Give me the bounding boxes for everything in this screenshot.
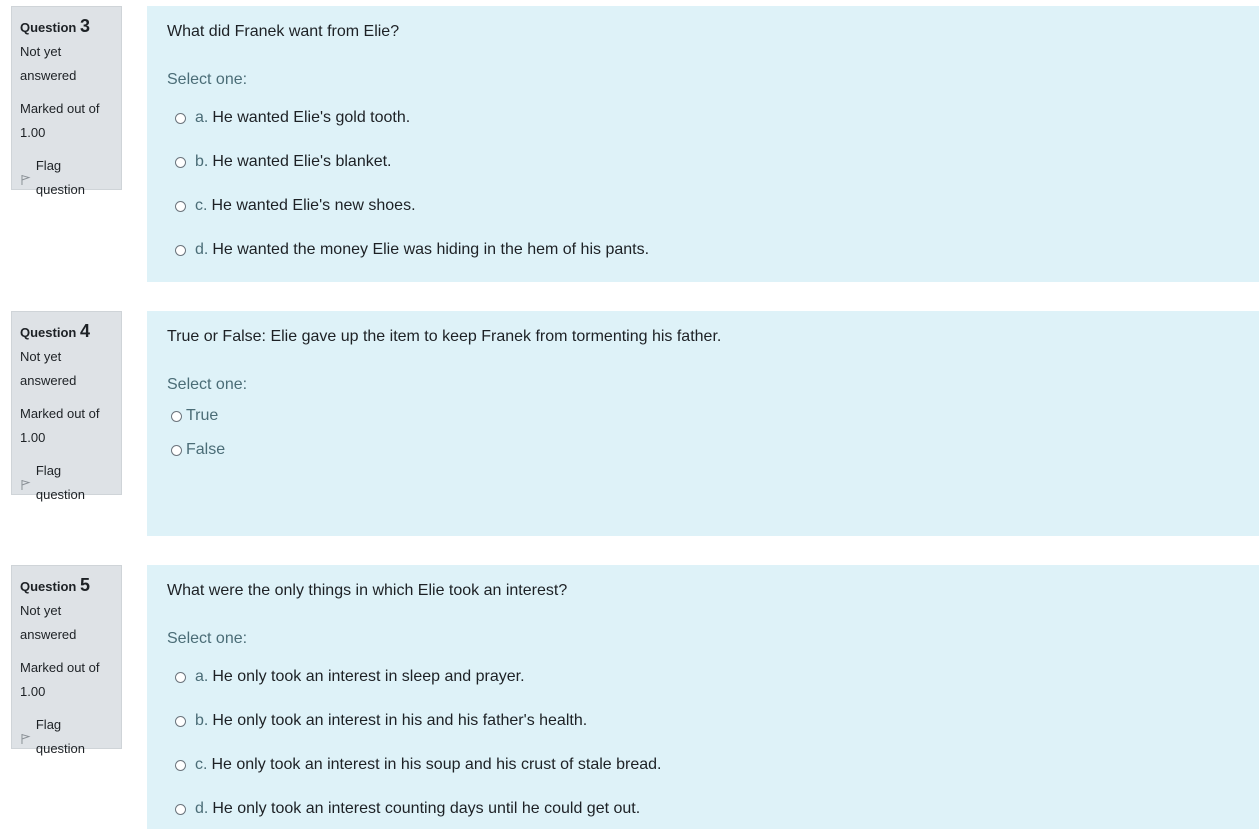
radio-button[interactable] bbox=[175, 803, 186, 815]
answer-text: He wanted Elie's blanket. bbox=[212, 153, 392, 170]
state-line: answered bbox=[20, 373, 77, 388]
answer-text: He wanted Elie's gold tooth. bbox=[212, 109, 411, 126]
radio-button[interactable] bbox=[175, 759, 186, 771]
flag-question-button[interactable]: Flag question bbox=[20, 154, 113, 202]
answer-letter: d. bbox=[195, 800, 209, 817]
question-state: Not yet answered bbox=[20, 599, 113, 647]
answer-option-true[interactable]: True bbox=[171, 399, 1239, 433]
question-state: Not yet answered bbox=[20, 345, 113, 393]
flag-label: Flag question bbox=[35, 158, 86, 197]
question-info: Question 5 Not yet answered Marked out o… bbox=[11, 565, 122, 756]
answer-option-d[interactable]: d. He wanted the money Elie was hiding i… bbox=[175, 228, 1239, 272]
answer-text: He only took an interest counting days u… bbox=[212, 800, 641, 817]
answer-letter: c. bbox=[195, 756, 208, 773]
answer-text: False bbox=[186, 441, 226, 458]
answer-letter: b. bbox=[195, 153, 209, 170]
answer-option-a[interactable]: a. He only took an interest in sleep and… bbox=[175, 655, 1239, 699]
answer-list: a. He only took an interest in sleep and… bbox=[167, 655, 1239, 831]
question-grade: Marked out of 1.00 bbox=[20, 402, 113, 450]
radio-button[interactable] bbox=[175, 671, 186, 683]
flag-icon bbox=[21, 480, 31, 490]
state-line: answered bbox=[20, 68, 77, 83]
question-text: What did Franek want from Elie? bbox=[167, 23, 400, 40]
question-number-line: Question 4 bbox=[20, 319, 113, 345]
flag-question-button[interactable]: Flag question bbox=[20, 713, 113, 761]
grade-line: Marked out of bbox=[20, 101, 100, 116]
radio-button[interactable] bbox=[175, 200, 186, 212]
question-content: True or False: Elie gave up the item to … bbox=[147, 311, 1259, 536]
answer-option-b[interactable]: b. He wanted Elie's blanket. bbox=[175, 140, 1239, 184]
grade-line: 1.00 bbox=[20, 684, 46, 699]
flag-icon bbox=[21, 734, 31, 744]
answer-option-c[interactable]: c. He wanted Elie's new shoes. bbox=[175, 184, 1239, 228]
radio-button[interactable] bbox=[175, 112, 186, 124]
answer-option-false[interactable]: False bbox=[171, 433, 1239, 467]
flag-label: Flag question bbox=[35, 717, 86, 756]
question-label: Question bbox=[20, 20, 77, 35]
question-number-line: Question 5 bbox=[20, 573, 113, 599]
radio-button[interactable] bbox=[171, 410, 182, 422]
answer-option-b[interactable]: b. He only took an interest in his and h… bbox=[175, 699, 1239, 743]
radio-button[interactable] bbox=[175, 715, 186, 727]
answer-text: He only took an interest in his and his … bbox=[212, 712, 588, 729]
answer-list: True False bbox=[167, 399, 1239, 467]
question-number: 5 bbox=[79, 575, 90, 595]
answer-text: He only took an interest in sleep and pr… bbox=[212, 668, 525, 685]
question-content: What were the only things in which Elie … bbox=[147, 565, 1259, 829]
flag-label: Flag question bbox=[35, 463, 86, 502]
answer-text: He wanted Elie's new shoes. bbox=[211, 197, 416, 214]
question-label: Question bbox=[20, 325, 77, 340]
question-number: 4 bbox=[79, 321, 90, 341]
question-info: Question 3 Not yet answered Marked out o… bbox=[11, 6, 122, 197]
answer-option-c[interactable]: c. He only took an interest in his soup … bbox=[175, 743, 1239, 787]
answer-letter: d. bbox=[195, 241, 209, 258]
radio-button[interactable] bbox=[171, 444, 182, 456]
grade-line: 1.00 bbox=[20, 430, 46, 445]
select-prompt: Select one: bbox=[167, 376, 248, 393]
question-number-line: Question 3 bbox=[20, 14, 113, 40]
answer-letter: c. bbox=[195, 197, 208, 214]
answer-text: He wanted the money Elie was hiding in t… bbox=[212, 241, 650, 258]
flag-icon bbox=[21, 175, 31, 185]
answer-option-d[interactable]: d. He only took an interest counting day… bbox=[175, 787, 1239, 831]
answer-letter: b. bbox=[195, 712, 209, 729]
grade-line: Marked out of bbox=[20, 660, 100, 675]
answer-letter: a. bbox=[195, 668, 209, 685]
question-number: 3 bbox=[79, 16, 90, 36]
question-label: Question bbox=[20, 579, 77, 594]
answer-list: a. He wanted Elie's gold tooth. b. He wa… bbox=[167, 96, 1239, 272]
question-grade: Marked out of 1.00 bbox=[20, 656, 113, 704]
grade-line: Marked out of bbox=[20, 406, 100, 421]
answer-option-a[interactable]: a. He wanted Elie's gold tooth. bbox=[175, 96, 1239, 140]
question-grade: Marked out of 1.00 bbox=[20, 97, 113, 145]
answer-text: True bbox=[186, 407, 219, 424]
question-content: What did Franek want from Elie? Select o… bbox=[147, 6, 1259, 282]
state-line: Not yet bbox=[20, 349, 62, 364]
answer-text: He only took an interest in his soup and… bbox=[211, 756, 662, 773]
question-text: True or False: Elie gave up the item to … bbox=[167, 328, 722, 345]
answer-letter: a. bbox=[195, 109, 209, 126]
select-prompt: Select one: bbox=[167, 71, 248, 88]
state-line: Not yet bbox=[20, 603, 62, 618]
state-line: Not yet bbox=[20, 44, 62, 59]
grade-line: 1.00 bbox=[20, 125, 46, 140]
question-text: What were the only things in which Elie … bbox=[167, 582, 568, 599]
question-info: Question 4 Not yet answered Marked out o… bbox=[11, 311, 122, 502]
flag-question-button[interactable]: Flag question bbox=[20, 459, 113, 507]
question-state: Not yet answered bbox=[20, 40, 113, 88]
select-prompt: Select one: bbox=[167, 630, 248, 647]
radio-button[interactable] bbox=[175, 156, 186, 168]
state-line: answered bbox=[20, 627, 77, 642]
radio-button[interactable] bbox=[175, 244, 186, 256]
